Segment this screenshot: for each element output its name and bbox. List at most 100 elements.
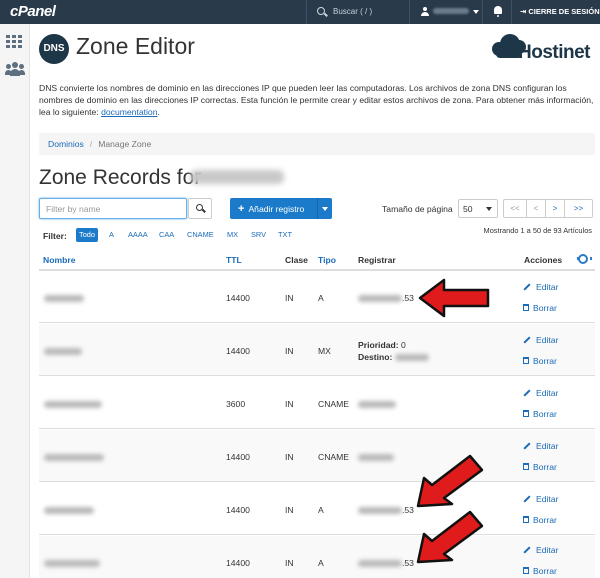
pager-next[interactable]: >	[545, 199, 565, 218]
edit-button[interactable]: Editar	[523, 282, 558, 292]
pencil-icon	[523, 546, 531, 554]
pager-prev[interactable]: <	[526, 199, 546, 218]
cpanel-logo[interactable]: cPanel	[10, 3, 56, 20]
brand-name: Hostinet	[518, 42, 591, 63]
top-bar: cPanel Buscar ( / ) ⇥ CIERRE DE SESIÓN	[0, 0, 600, 24]
users-group-icon[interactable]	[5, 62, 25, 76]
hostinet-logo: Hostinet	[488, 32, 594, 66]
record-ttl: 14400	[226, 505, 250, 515]
red-arrow-annotation	[416, 454, 484, 508]
trash-icon	[523, 463, 529, 471]
record-ttl: 14400	[226, 452, 250, 462]
column-header-ttl[interactable]: TTL	[226, 255, 242, 265]
delete-button[interactable]: Borrar	[523, 515, 557, 525]
delete-button[interactable]: Borrar	[523, 356, 557, 366]
search-icon	[317, 7, 325, 15]
table-row: 14400 IN A .53 Editar Borrar	[39, 271, 595, 323]
record-name	[44, 505, 94, 515]
record-type: CNAME	[318, 399, 350, 409]
page-size-label: Tamaño de página	[382, 204, 453, 214]
apps-grid-icon[interactable]	[6, 35, 22, 49]
filter-tab-aaaa[interactable]: AAAA	[128, 228, 148, 242]
edit-button[interactable]: Editar	[523, 335, 558, 345]
documentation-link[interactable]: documentation	[101, 107, 157, 117]
record-ttl: 14400	[226, 558, 250, 568]
add-record-dropdown-toggle[interactable]	[317, 198, 332, 219]
logout-button[interactable]: ⇥ CIERRE DE SESIÓN	[520, 7, 600, 16]
table-row: 14400 IN MX Prioridad: 0 Destino: Editar…	[39, 324, 595, 376]
column-header-acciones: Acciones	[524, 255, 563, 265]
dns-badge-icon: DNS	[39, 34, 69, 64]
pencil-icon	[523, 283, 531, 291]
filter-tab-cname[interactable]: CNAME	[187, 228, 214, 242]
column-header-clase: Clase	[285, 255, 308, 265]
trash-icon	[523, 567, 529, 575]
record-class: IN	[285, 558, 294, 568]
table-row: 3600 IN CNAME Editar Borrar	[39, 377, 595, 429]
username-redacted	[433, 8, 469, 14]
record-class: IN	[285, 399, 294, 409]
search-icon	[196, 204, 203, 211]
table-row: 14400 IN A .53 Editar Borrar	[39, 483, 595, 535]
pager-first[interactable]: <<	[503, 199, 527, 218]
filter-by-name-input[interactable]	[39, 198, 187, 219]
search-placeholder: Buscar ( / )	[333, 7, 373, 16]
record-type: A	[318, 293, 324, 303]
sidebar	[0, 24, 30, 578]
record-name	[44, 346, 82, 356]
record-ttl: 3600	[226, 399, 246, 409]
edit-button[interactable]: Editar	[523, 388, 558, 398]
pencil-icon	[523, 389, 531, 397]
column-header-registrar: Registrar	[358, 255, 396, 265]
edit-button[interactable]: Editar	[523, 441, 558, 451]
record-type: A	[318, 505, 324, 515]
page-description: DNS convierte los nombres de dominio en …	[39, 83, 594, 117]
bell-icon	[494, 6, 502, 17]
add-record-button[interactable]: + Añadir registro	[230, 198, 317, 219]
trash-icon	[523, 357, 529, 365]
delete-button[interactable]: Borrar	[523, 303, 557, 313]
breadcrumb-dominios[interactable]: Dominios	[48, 139, 84, 149]
breadcrumb: Dominios / Manage Zone	[39, 133, 595, 155]
plus-icon: +	[238, 203, 245, 215]
filter-tab-caa[interactable]: CAA	[159, 228, 174, 242]
pager-last[interactable]: >>	[564, 199, 593, 218]
record-value: .53	[358, 293, 414, 303]
filter-tab-a[interactable]: A	[109, 228, 114, 242]
user-menu[interactable]	[411, 0, 483, 24]
delete-button[interactable]: Borrar	[523, 409, 557, 419]
record-ttl: 14400	[226, 293, 250, 303]
delete-button[interactable]: Borrar	[523, 566, 557, 576]
column-header-name[interactable]: Nombre	[43, 255, 75, 265]
filter-label: Filter:	[43, 231, 67, 241]
record-value	[358, 452, 394, 462]
gear-icon[interactable]	[577, 254, 592, 264]
trash-icon	[523, 304, 529, 312]
column-header-tipo[interactable]: Tipo	[318, 255, 336, 265]
search-field[interactable]: Buscar ( / )	[306, 0, 410, 24]
pencil-icon	[523, 495, 531, 503]
edit-button[interactable]: Editar	[523, 494, 558, 504]
filter-tab-srv[interactable]: SRV	[251, 228, 266, 242]
trash-icon	[523, 410, 529, 418]
delete-button[interactable]: Borrar	[523, 462, 557, 472]
edit-button[interactable]: Editar	[523, 545, 558, 555]
record-name	[44, 558, 100, 568]
filter-tab-todo[interactable]: Todo	[76, 228, 99, 242]
record-value: .53	[358, 558, 414, 568]
record-class: IN	[285, 346, 294, 356]
filter-tab-txt[interactable]: TXT	[278, 228, 292, 242]
record-name	[44, 399, 102, 409]
filter-tab-mx[interactable]: MX	[227, 228, 238, 242]
user-icon	[421, 7, 429, 16]
pencil-icon	[523, 336, 531, 344]
record-type: CNAME	[318, 452, 350, 462]
record-value: Prioridad: 0 Destino:	[358, 339, 429, 363]
page-size-select[interactable]: 50	[458, 199, 498, 218]
zone-domain-redacted	[190, 170, 284, 184]
record-value: .53	[358, 505, 414, 515]
notifications-button[interactable]	[484, 0, 512, 24]
filter-search-button[interactable]	[188, 198, 212, 219]
trash-icon	[523, 516, 529, 524]
pencil-icon	[523, 442, 531, 450]
